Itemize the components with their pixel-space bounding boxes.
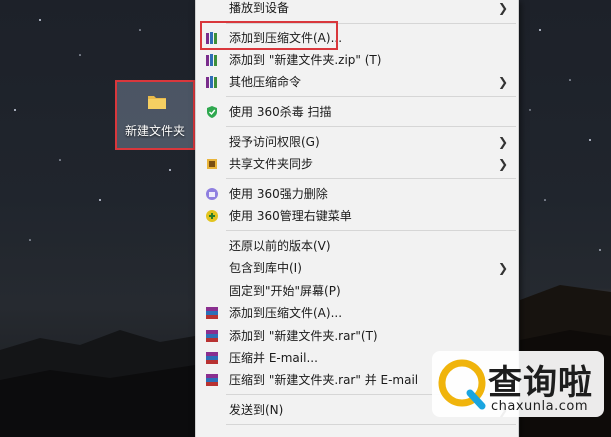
menu-item-rar-add-archive[interactable]: 添加到压缩文件(A)... bbox=[196, 302, 518, 324]
menu-item-360-manage-menu[interactable]: 使用 360管理右键菜单 bbox=[196, 205, 518, 227]
desktop-folder-item[interactable]: 新建文件夹 bbox=[115, 80, 195, 150]
folder-label: 新建文件夹 bbox=[124, 124, 185, 138]
360-antivirus-shield-icon bbox=[207, 106, 217, 118]
menu-item-rar-add-named[interactable]: 添加到 "新建文件夹.rar"(T) bbox=[196, 325, 518, 347]
menu-item-pin-start[interactable]: 固定到"开始"屏幕(P) bbox=[196, 280, 518, 302]
menu-separator bbox=[226, 424, 516, 425]
menu-item-play-to-device[interactable]: 播放到设备 ❯ bbox=[196, 0, 518, 19]
winrar-stack-icon bbox=[206, 374, 218, 386]
menu-item-include-library[interactable]: 包含到库中(I) ❯ bbox=[196, 257, 518, 279]
winrar-stack-icon bbox=[206, 352, 218, 364]
chevron-right-icon: ❯ bbox=[497, 157, 508, 171]
winrar-stack-icon bbox=[206, 307, 218, 319]
menu-item-add-to-zip[interactable]: 添加到 "新建文件夹.zip" (T) bbox=[196, 49, 518, 71]
chevron-right-icon: ❯ bbox=[497, 1, 508, 15]
folder-icon bbox=[148, 96, 166, 109]
winrar-books-icon bbox=[206, 76, 217, 88]
chevron-right-icon: ❯ bbox=[497, 261, 508, 275]
menu-item-grant-access[interactable]: 授予访问权限(G) ❯ bbox=[196, 131, 518, 153]
watermark-title: 查询啦 bbox=[488, 363, 593, 403]
chevron-right-icon: ❯ bbox=[497, 75, 508, 89]
watermark-domain: chaxunla.com bbox=[491, 399, 588, 414]
menu-item-share-sync[interactable]: 共享文件夹同步 ❯ bbox=[196, 153, 518, 175]
menu-item-other-compress[interactable]: 其他压缩命令 ❯ bbox=[196, 71, 518, 93]
winrar-books-icon bbox=[206, 54, 217, 66]
menu-separator bbox=[226, 178, 516, 179]
360-manage-icon bbox=[206, 210, 218, 222]
menu-item-restore-previous[interactable]: 还原以前的版本(V) bbox=[196, 235, 518, 257]
360-delete-icon bbox=[206, 188, 218, 200]
sync-folder-icon bbox=[207, 159, 217, 169]
menu-separator bbox=[226, 230, 516, 231]
highlight-box bbox=[200, 21, 338, 50]
menu-item-360-scan[interactable]: 使用 360杀毒 扫描 bbox=[196, 101, 518, 123]
menu-item-360-force-delete[interactable]: 使用 360强力删除 bbox=[196, 183, 518, 205]
menu-separator bbox=[226, 126, 516, 127]
menu-separator bbox=[226, 96, 516, 97]
winrar-stack-icon bbox=[206, 330, 218, 342]
chevron-right-icon: ❯ bbox=[497, 135, 508, 149]
